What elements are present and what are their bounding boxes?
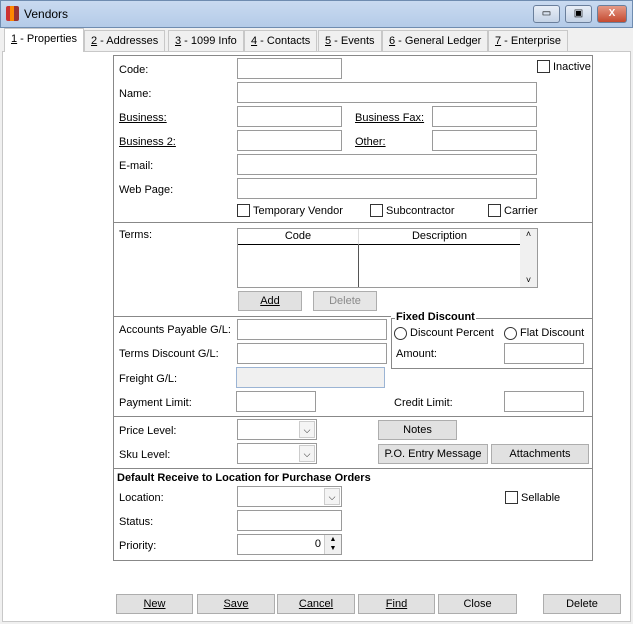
close-button[interactable]: Close: [438, 594, 517, 614]
cancel-button[interactable]: Cancel: [277, 594, 355, 614]
code-label: Code:: [119, 64, 149, 76]
credit-limit-input[interactable]: [504, 391, 584, 412]
column-header-code[interactable]: Code: [238, 229, 359, 245]
discount-percent-label: Discount Percent: [410, 327, 494, 339]
subcontractor-label: Subcontractor: [386, 205, 455, 217]
chevron-down-icon[interactable]: ⌵: [324, 488, 340, 505]
location-select[interactable]: ⌵: [237, 486, 342, 507]
terms-label: Terms:: [119, 229, 152, 241]
fixed-discount-title: Fixed Discount: [395, 311, 476, 323]
minimize-button[interactable]: ▭: [533, 5, 560, 23]
maximize-button[interactable]: ▣: [565, 5, 592, 23]
inactive-checkbox[interactable]: [537, 60, 550, 73]
subcontractor-checkbox[interactable]: [370, 204, 383, 217]
business-phone-link[interactable]: Business:: [119, 112, 167, 124]
flat-discount-radio[interactable]: [504, 327, 517, 340]
chevron-down-icon[interactable]: ⌵: [299, 445, 315, 462]
sku-level-select[interactable]: ⌵: [237, 443, 317, 464]
business2-input[interactable]: [237, 130, 342, 151]
priority-spin-buttons[interactable]: ▲ ▼: [324, 535, 341, 554]
payment-limit-input[interactable]: [236, 391, 316, 412]
price-level-select[interactable]: ⌵: [237, 419, 317, 440]
priority-label: Priority:: [119, 540, 157, 552]
scroll-up-icon[interactable]: ˄: [520, 229, 537, 239]
app-icon: [6, 6, 19, 21]
sellable-checkbox[interactable]: [505, 491, 518, 504]
discount-percent-radio[interactable]: [394, 327, 407, 340]
tab-contacts[interactable]: 4 - Contacts: [244, 30, 318, 51]
ap-gl-label: Accounts Payable G/L:: [119, 324, 231, 336]
web-page-label: Web Page:: [119, 184, 174, 196]
sku-level-label: Sku Level:: [119, 449, 171, 461]
payment-limit-label: Payment Limit:: [119, 397, 192, 409]
business2-link[interactable]: Business 2:: [119, 136, 176, 148]
column-header-description[interactable]: Description: [359, 229, 520, 245]
terms-discount-gl-input[interactable]: [237, 343, 387, 364]
tab-properties[interactable]: 1 - Properties: [4, 28, 85, 52]
amount-input[interactable]: [504, 343, 584, 364]
business-fax-input[interactable]: [432, 106, 537, 127]
add-term-button[interactable]: Add: [238, 291, 302, 311]
status-input[interactable]: [237, 510, 342, 531]
terms-discount-gl-label: Terms Discount G/L:: [119, 348, 219, 360]
divider: [113, 468, 593, 469]
flat-discount-label: Flat Discount: [520, 327, 585, 339]
temporary-vendor-label: Temporary Vendor: [253, 205, 343, 217]
new-button[interactable]: New: [116, 594, 193, 614]
freight-gl-label: Freight G/L:: [119, 373, 178, 385]
ap-gl-input[interactable]: [237, 319, 387, 340]
find-button[interactable]: Find: [358, 594, 435, 614]
price-level-label: Price Level:: [119, 425, 177, 437]
po-entry-message-button[interactable]: P.O. Entry Message: [378, 444, 488, 464]
other-phone-link[interactable]: Other:: [355, 136, 386, 148]
spin-down-icon[interactable]: ▼: [325, 544, 341, 553]
business-phone-input[interactable]: [237, 106, 342, 127]
tab-general-ledger[interactable]: 6 - General Ledger: [382, 30, 489, 51]
amount-label: Amount:: [396, 348, 437, 360]
save-button[interactable]: Save: [197, 594, 275, 614]
status-label: Status:: [119, 516, 154, 528]
temporary-vendor-checkbox[interactable]: [237, 204, 250, 217]
email-input[interactable]: [237, 154, 537, 175]
email-label: E-mail:: [119, 160, 154, 172]
name-input[interactable]: [237, 82, 537, 103]
notes-button[interactable]: Notes: [378, 420, 457, 440]
close-window-button[interactable]: X: [597, 5, 627, 23]
window-title: Vendors: [24, 7, 69, 21]
divider: [113, 316, 391, 317]
receive-location-title: Default Receive to Location for Purchase…: [117, 472, 371, 484]
freight-gl-input: [236, 367, 385, 388]
code-input[interactable]: [237, 58, 342, 79]
business-fax-link[interactable]: Business Fax:: [355, 112, 424, 124]
inactive-label: Inactive: [553, 61, 591, 73]
tab-1099-info[interactable]: 3 - 1099 Info: [168, 30, 244, 51]
other-phone-input[interactable]: [432, 130, 537, 151]
divider: [113, 416, 593, 417]
carrier-label: Carrier: [504, 205, 538, 217]
attachments-button[interactable]: Attachments: [491, 444, 589, 464]
tab-addresses[interactable]: 2 - Addresses: [84, 30, 166, 51]
web-page-input[interactable]: [237, 178, 537, 199]
tab-events[interactable]: 5 - Events: [318, 30, 382, 51]
vertical-scrollbar[interactable]: ˄ ˅: [520, 229, 537, 287]
delete-term-button: Delete: [313, 291, 377, 311]
column-divider: [358, 245, 359, 287]
sellable-label: Sellable: [521, 492, 561, 504]
divider: [113, 222, 593, 223]
name-label: Name:: [119, 88, 152, 100]
carrier-checkbox[interactable]: [488, 204, 501, 217]
location-label: Location:: [119, 492, 164, 504]
terms-grid[interactable]: Code Description ˄ ˅: [237, 228, 538, 288]
delete-button[interactable]: Delete: [543, 594, 621, 614]
credit-limit-label: Credit Limit:: [394, 397, 453, 409]
chevron-down-icon[interactable]: ⌵: [299, 421, 315, 438]
spin-up-icon[interactable]: ▲: [325, 535, 341, 544]
tab-enterprise[interactable]: 7 - Enterprise: [488, 30, 569, 51]
scroll-down-icon[interactable]: ˅: [520, 275, 537, 285]
